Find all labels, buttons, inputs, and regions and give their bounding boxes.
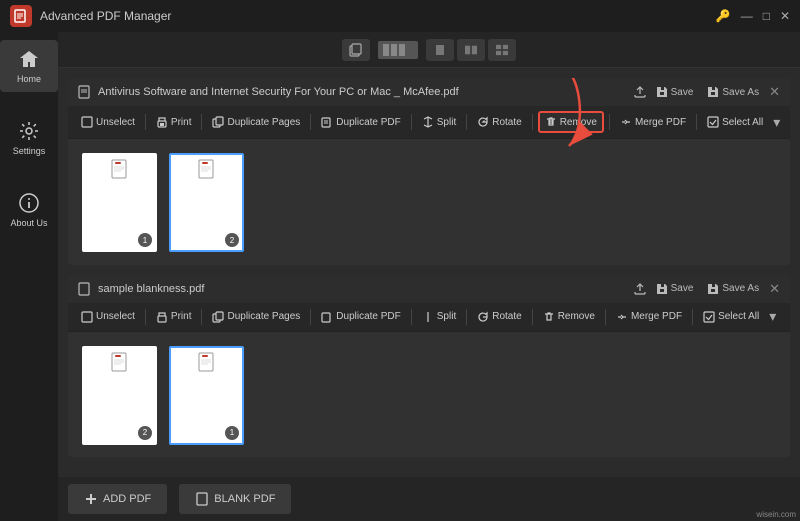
divider xyxy=(411,114,412,130)
page-number-1-2: 2 xyxy=(225,233,239,247)
page-thumb-1-1[interactable]: 1 xyxy=(82,153,157,252)
pdf-section-2: sample blankness.pdf Save Save As ✕ Unse… xyxy=(68,275,790,458)
unselect-button-1[interactable]: Unselect xyxy=(76,113,140,131)
page-icon-2-2 xyxy=(198,352,216,374)
minimize-button[interactable]: — xyxy=(741,9,753,23)
view-selector[interactable] xyxy=(378,41,418,59)
copy-icon[interactable] xyxy=(342,39,370,61)
more-options-1[interactable]: ▾ xyxy=(773,114,780,131)
close-button[interactable]: ✕ xyxy=(780,9,790,23)
pages-area-2: 2 1 xyxy=(68,332,790,458)
sidebar-item-home[interactable]: Home xyxy=(0,40,58,92)
quad-layout-tab[interactable] xyxy=(488,39,516,61)
pdf-toolbar-1: Unselect Print Duplicate Pages Duplicate… xyxy=(68,106,790,139)
page-thumb-1-2[interactable]: 2 xyxy=(169,153,244,252)
split-button-2[interactable]: Split xyxy=(417,308,461,326)
print-button-1[interactable]: Print xyxy=(151,113,197,131)
split-button-1[interactable]: Split xyxy=(417,113,461,131)
window-controls[interactable]: 🔑 — □ ✕ xyxy=(716,9,790,23)
pdf-title-2: sample blankness.pdf xyxy=(98,283,628,295)
upload-icon-1 xyxy=(634,86,646,98)
select-all-button-1[interactable]: Select All xyxy=(702,113,768,131)
pdf-section-1: Antivirus Software and Internet Security… xyxy=(68,78,790,265)
main-content: Antivirus Software and Internet Security… xyxy=(58,68,800,521)
merge-pdf-button-1[interactable]: Merge PDF xyxy=(615,113,691,131)
pdf-title-1: Antivirus Software and Internet Security… xyxy=(98,86,628,98)
pdf-header-2: sample blankness.pdf Save Save As ✕ xyxy=(68,275,790,303)
save-as-button-2[interactable]: Save As xyxy=(703,281,763,297)
duplicate-pages-button-1[interactable]: Duplicate Pages xyxy=(207,113,305,131)
divider xyxy=(145,114,146,130)
pdf-toolbar-container-1: Unselect Print Duplicate Pages Duplicate… xyxy=(68,106,790,139)
sidebar-item-about[interactable]: About Us xyxy=(0,184,58,236)
save-button-2[interactable]: Save xyxy=(652,281,698,297)
watermark: wisein.com xyxy=(756,510,796,519)
divider xyxy=(609,114,610,130)
page-number-2-2: 1 xyxy=(225,426,239,440)
add-icon xyxy=(84,492,98,506)
save-button-1[interactable]: Save xyxy=(652,84,698,100)
layout-tabs[interactable] xyxy=(426,39,516,61)
save-as-button-1[interactable]: Save As xyxy=(703,84,763,100)
upload-icon-2 xyxy=(634,283,646,295)
page-number-2-1: 2 xyxy=(138,426,152,440)
divider xyxy=(605,309,606,325)
remove-icon-1 xyxy=(545,116,557,128)
double-layout-tab[interactable] xyxy=(457,39,485,61)
divider xyxy=(532,309,533,325)
merge-pdf-button-2[interactable]: Merge PDF xyxy=(611,308,687,326)
page-number-1-1: 1 xyxy=(138,233,152,247)
remove-button-1[interactable]: Remove xyxy=(538,111,604,133)
divider xyxy=(201,114,202,130)
divider xyxy=(466,114,467,130)
app-logo xyxy=(10,5,32,27)
file-icon xyxy=(195,492,209,506)
divider xyxy=(201,309,202,325)
divider xyxy=(310,309,311,325)
duplicate-pdf-button-2[interactable]: Duplicate PDF xyxy=(316,308,405,326)
duplicate-pages-button-2[interactable]: Duplicate Pages xyxy=(207,308,305,326)
more-options-2[interactable]: ▾ xyxy=(769,308,776,325)
divider xyxy=(145,309,146,325)
main-toolbar xyxy=(58,32,800,68)
maximize-button[interactable]: □ xyxy=(763,9,770,23)
divider xyxy=(466,309,467,325)
sidebar-about-label: About Us xyxy=(10,218,47,228)
close-pdf-1[interactable]: ✕ xyxy=(769,84,780,100)
divider xyxy=(532,114,533,130)
pdf-icon-1 xyxy=(78,85,92,99)
sidebar-item-settings[interactable]: Settings xyxy=(0,112,58,164)
pages-area-1: 1 2 xyxy=(68,139,790,265)
divider xyxy=(692,309,693,325)
select-all-button-2[interactable]: Select All xyxy=(698,308,764,326)
sidebar: Home Settings About Us xyxy=(0,0,58,521)
add-pdf-button[interactable]: ADD PDF xyxy=(68,484,167,514)
duplicate-pdf-button-1[interactable]: Duplicate PDF xyxy=(316,113,405,131)
pdf-toolbar-2: Unselect Print Duplicate Pages Duplicate… xyxy=(68,303,790,332)
page-icon-1-2 xyxy=(198,159,216,181)
unselect-button-2[interactable]: Unselect xyxy=(76,308,140,326)
titlebar: Advanced PDF Manager 🔑 — □ ✕ xyxy=(0,0,800,32)
bottom-actions: ADD PDF BLANK PDF xyxy=(58,477,800,521)
rotate-button-2[interactable]: Rotate xyxy=(472,308,526,326)
sidebar-settings-label: Settings xyxy=(13,146,46,156)
app-title: Advanced PDF Manager xyxy=(40,9,716,23)
sidebar-home-label: Home xyxy=(17,74,41,84)
page-thumb-2-1[interactable]: 2 xyxy=(82,346,157,445)
divider xyxy=(696,114,697,130)
print-button-2[interactable]: Print xyxy=(151,308,197,326)
page-icon-2-1 xyxy=(111,352,129,374)
blank-pdf-button[interactable]: BLANK PDF xyxy=(179,484,291,514)
page-icon-1-1 xyxy=(111,159,129,181)
divider xyxy=(411,309,412,325)
page-thumb-2-2[interactable]: 1 xyxy=(169,346,244,445)
pdf-icon-2 xyxy=(78,282,92,296)
pdf-header-1: Antivirus Software and Internet Security… xyxy=(68,78,790,106)
close-pdf-2[interactable]: ✕ xyxy=(769,281,780,297)
divider xyxy=(310,114,311,130)
lock-icon[interactable]: 🔑 xyxy=(716,9,731,23)
remove-button-2[interactable]: Remove xyxy=(538,308,600,326)
rotate-button-1[interactable]: Rotate xyxy=(472,113,526,131)
single-layout-tab[interactable] xyxy=(426,39,454,61)
